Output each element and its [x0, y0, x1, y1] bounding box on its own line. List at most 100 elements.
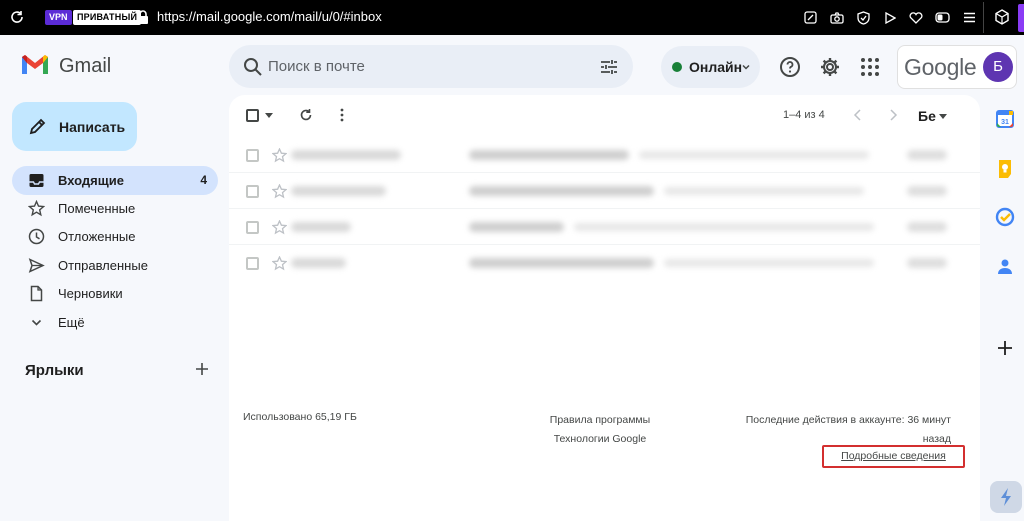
tasks-icon[interactable] — [995, 207, 1015, 227]
refresh-icon[interactable] — [299, 108, 313, 122]
sidebar-item-label: Отложенные — [58, 229, 136, 244]
clock-icon — [28, 228, 45, 245]
mail-list-panel: 1–4 из 4 Бе Использовано 65,19 ГБ Правил… — [229, 95, 980, 521]
calendar-icon[interactable]: 31 — [995, 109, 1015, 129]
contacts-icon[interactable] — [995, 257, 1015, 277]
browser-action-icons — [797, 9, 983, 26]
apps-grid-icon[interactable] — [859, 56, 881, 78]
row-checkbox[interactable] — [246, 221, 259, 234]
star-icon[interactable] — [272, 220, 287, 235]
avatar[interactable]: Б — [983, 52, 1013, 82]
private-badge: ПРИВАТНЫЙ — [73, 10, 142, 25]
reload-icon[interactable] — [9, 9, 25, 25]
sidebar-item-more[interactable]: Ещё — [12, 308, 218, 337]
sidebar-item-inbox[interactable]: Входящие 4 — [12, 166, 218, 195]
unread-count: 4 — [200, 173, 207, 187]
input-tools-button[interactable]: Бе — [918, 108, 936, 124]
gmail-logo[interactable] — [20, 53, 50, 76]
compose-button[interactable]: Написать — [12, 102, 137, 151]
toolbar-divider — [983, 2, 984, 33]
search-input[interactable] — [268, 45, 588, 88]
blurred-subject — [469, 150, 629, 160]
sidebar-item-sent[interactable]: Отправленные — [12, 251, 218, 280]
google-technologies-link[interactable]: Технологии Google — [530, 430, 670, 449]
table-row[interactable] — [229, 245, 980, 281]
lightning-icon — [1001, 488, 1011, 506]
select-dropdown-icon[interactable] — [265, 113, 273, 119]
caret-down-icon[interactable] — [939, 114, 947, 119]
blurred-sender — [291, 186, 386, 196]
row-checkbox[interactable] — [246, 185, 259, 198]
blurred-snippet — [639, 151, 869, 159]
sidebar-item-starred[interactable]: Помеченные — [12, 194, 218, 223]
sidebar-toggle-tab[interactable] — [1018, 4, 1024, 32]
blurred-date — [907, 186, 947, 196]
sidebar-item-label: Помеченные — [58, 201, 136, 216]
blurred-subject — [469, 186, 654, 196]
star-icon[interactable] — [272, 148, 287, 163]
blurred-sender — [291, 258, 346, 268]
chevron-right-icon[interactable] — [888, 109, 898, 121]
search-icon[interactable] — [243, 57, 263, 77]
blurred-snippet — [664, 259, 874, 267]
storage-usage: Использовано 65,19 ГБ — [243, 411, 357, 423]
blurred-sender — [291, 150, 401, 160]
heart-icon[interactable] — [903, 9, 930, 26]
camera-icon[interactable] — [824, 9, 851, 26]
select-all-checkbox[interactable] — [246, 109, 259, 122]
add-label-icon[interactable] — [194, 361, 210, 377]
blurred-date — [907, 150, 947, 160]
blurred-subject — [469, 222, 564, 232]
table-row[interactable] — [229, 209, 980, 245]
details-link[interactable]: Подробные сведения — [822, 445, 965, 468]
sidebar-item-label: Отправленные — [58, 258, 148, 273]
compose-label: Написать — [59, 119, 126, 135]
star-icon — [28, 200, 45, 217]
search-bar — [229, 45, 633, 88]
program-policies-link[interactable]: Правила программы — [530, 411, 670, 430]
panel-toggle-button[interactable] — [990, 481, 1022, 513]
pagination-range: 1–4 из 4 — [783, 109, 825, 121]
keep-icon[interactable] — [995, 159, 1015, 179]
blurred-subject — [469, 258, 654, 268]
status-button[interactable]: Онлайн — [661, 46, 760, 88]
add-icon[interactable] — [995, 338, 1015, 358]
draft-icon — [30, 285, 43, 302]
chevron-down-icon — [31, 319, 42, 326]
star-icon[interactable] — [272, 184, 287, 199]
gmail-m-icon — [22, 55, 48, 74]
play-icon[interactable] — [877, 9, 904, 26]
shield-check-icon[interactable] — [850, 9, 877, 26]
lock-icon[interactable] — [137, 10, 149, 24]
google-wordmark: Google — [904, 54, 977, 80]
account-switcher[interactable]: Google Б — [897, 45, 1017, 89]
toggle-icon[interactable] — [930, 9, 957, 26]
help-icon[interactable] — [779, 56, 801, 78]
edit-page-icon[interactable] — [797, 9, 824, 26]
footer-links: Правила программы Технологии Google — [530, 411, 670, 449]
svg-text:31: 31 — [1001, 119, 1009, 126]
sidebar-item-snoozed[interactable]: Отложенные — [12, 222, 218, 251]
inbox-icon — [29, 174, 44, 187]
sidebar-item-drafts[interactable]: Черновики — [12, 279, 218, 308]
blurred-snippet — [664, 187, 864, 195]
row-checkbox[interactable] — [246, 257, 259, 270]
cube-icon[interactable] — [994, 9, 1010, 25]
menu-icon[interactable] — [956, 9, 983, 26]
address-bar[interactable]: https://mail.google.com/mail/u/0/#inbox — [157, 9, 382, 24]
row-checkbox[interactable] — [246, 149, 259, 162]
chevron-left-icon[interactable] — [853, 109, 863, 121]
star-icon[interactable] — [272, 256, 287, 271]
blurred-date — [907, 258, 947, 268]
blurred-sender — [291, 222, 351, 232]
gear-icon[interactable] — [819, 56, 841, 78]
pencil-icon — [29, 118, 46, 135]
more-vert-icon[interactable] — [339, 108, 345, 122]
search-options-icon[interactable] — [599, 57, 619, 77]
table-row[interactable] — [229, 137, 980, 173]
browser-toolbar: VPN ПРИВАТНЫЙ https://mail.google.com/ma… — [0, 0, 1024, 35]
side-panel: 31 — [986, 95, 1024, 521]
mail-toolbar: 1–4 из 4 Бе — [229, 95, 980, 137]
table-row[interactable] — [229, 173, 980, 209]
vpn-badge[interactable]: VPN — [45, 10, 72, 25]
